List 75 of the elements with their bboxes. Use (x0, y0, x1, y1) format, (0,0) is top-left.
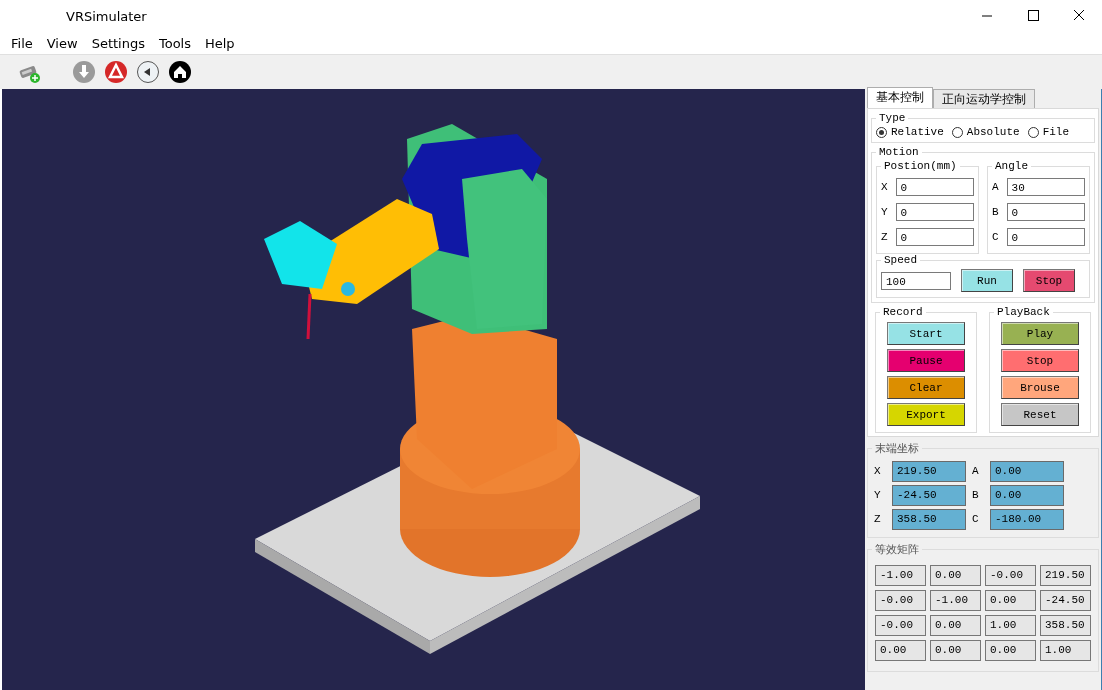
menu-item[interactable]: Settings (84, 35, 152, 51)
playback-button[interactable]: Stop (1001, 349, 1079, 372)
input-field[interactable]: 0 (895, 177, 974, 196)
matrix-cell: -24.50 (1040, 590, 1091, 611)
radio-label[interactable]: Relative (891, 126, 944, 138)
menu-item[interactable]: View (39, 35, 85, 51)
record-button[interactable]: Clear (887, 376, 965, 399)
group-title: 等效矩阵 (874, 542, 920, 557)
matrix-cell: -0.00 (875, 590, 926, 611)
matrix-cell: 1.00 (1040, 640, 1091, 661)
playback-button[interactable]: Brouse (1001, 376, 1079, 399)
tab[interactable]: 基本控制 (867, 87, 933, 108)
coord-value: 0.00 (990, 485, 1064, 506)
coord-value: 358.50 (892, 509, 966, 530)
input-field[interactable]: 0 (895, 202, 974, 221)
playback-button[interactable]: Reset (1001, 403, 1079, 426)
matrix-cell: 358.50 (1040, 615, 1091, 636)
speed-field[interactable]: 100 (881, 271, 951, 290)
field-label: Z (881, 230, 888, 243)
record-button[interactable]: Export (887, 403, 965, 426)
matrix-cell: -0.00 (985, 565, 1036, 586)
field-label: X (881, 180, 888, 193)
playback-button[interactable]: Play (1001, 322, 1079, 345)
group-title: Postion(mm) (883, 160, 958, 172)
window-title: VRSimulater (66, 8, 148, 24)
matrix-cell: -1.00 (875, 565, 926, 586)
coord-value: -24.50 (892, 485, 966, 506)
group-title: Motion (878, 146, 920, 158)
radio-button[interactable] (951, 126, 963, 138)
coord-label: A (972, 464, 980, 479)
menu-item[interactable]: Help (198, 35, 242, 51)
speed-button[interactable]: Stop (1023, 269, 1075, 292)
matrix-cell: -1.00 (930, 590, 981, 611)
coord-label: Z (874, 512, 882, 527)
matrix-cell: 0.00 (985, 590, 1036, 611)
field-label: A (992, 180, 999, 193)
field-label: Y (881, 205, 888, 218)
radio-label[interactable]: File (1042, 126, 1070, 138)
coord-value: 0.00 (990, 461, 1064, 482)
group-title: PlayBack (996, 306, 1051, 318)
coord-label: C (972, 512, 980, 527)
group-title: Record (882, 306, 924, 318)
home-icon[interactable] (168, 60, 192, 84)
coord-value: 219.50 (892, 461, 966, 482)
tab[interactable]: 正向运动学控制 (933, 89, 1035, 108)
field-label: B (992, 205, 999, 218)
radio-button[interactable] (1027, 126, 1039, 138)
group-title: Speed (883, 254, 918, 266)
matrix-cell: 219.50 (1040, 565, 1091, 586)
input-field[interactable]: 0 (895, 227, 974, 246)
matrix-cell: 1.00 (985, 615, 1036, 636)
radio-label[interactable]: Absolute (966, 126, 1020, 138)
coord-value: -180.00 (990, 509, 1064, 530)
input-field[interactable]: 30 (1006, 177, 1085, 196)
radio-button[interactable] (876, 126, 887, 138)
menu-item[interactable]: Tools (151, 35, 198, 51)
group-title: 末端坐标 (874, 441, 920, 456)
group-title: Angle (994, 160, 1029, 172)
menu-item[interactable]: File (4, 35, 40, 51)
record-button[interactable]: Pause (887, 349, 965, 372)
input-field[interactable]: 0 (1006, 202, 1085, 221)
matrix-cell: -0.00 (875, 615, 926, 636)
record-button[interactable]: Start (887, 322, 965, 345)
coord-label: B (972, 488, 980, 503)
coord-label: Y (874, 488, 882, 503)
speed-button[interactable]: Run (961, 269, 1013, 292)
field-label: C (992, 230, 999, 243)
matrix-cell: 0.00 (875, 640, 926, 661)
matrix-cell: 0.00 (930, 615, 981, 636)
input-field[interactable]: 0 (1006, 227, 1085, 246)
group-title: Type (878, 112, 907, 124)
matrix-cell: 0.00 (930, 565, 981, 586)
matrix-cell: 0.00 (985, 640, 1036, 661)
matrix-cell: 0.00 (930, 640, 981, 661)
coord-label: X (874, 464, 882, 479)
